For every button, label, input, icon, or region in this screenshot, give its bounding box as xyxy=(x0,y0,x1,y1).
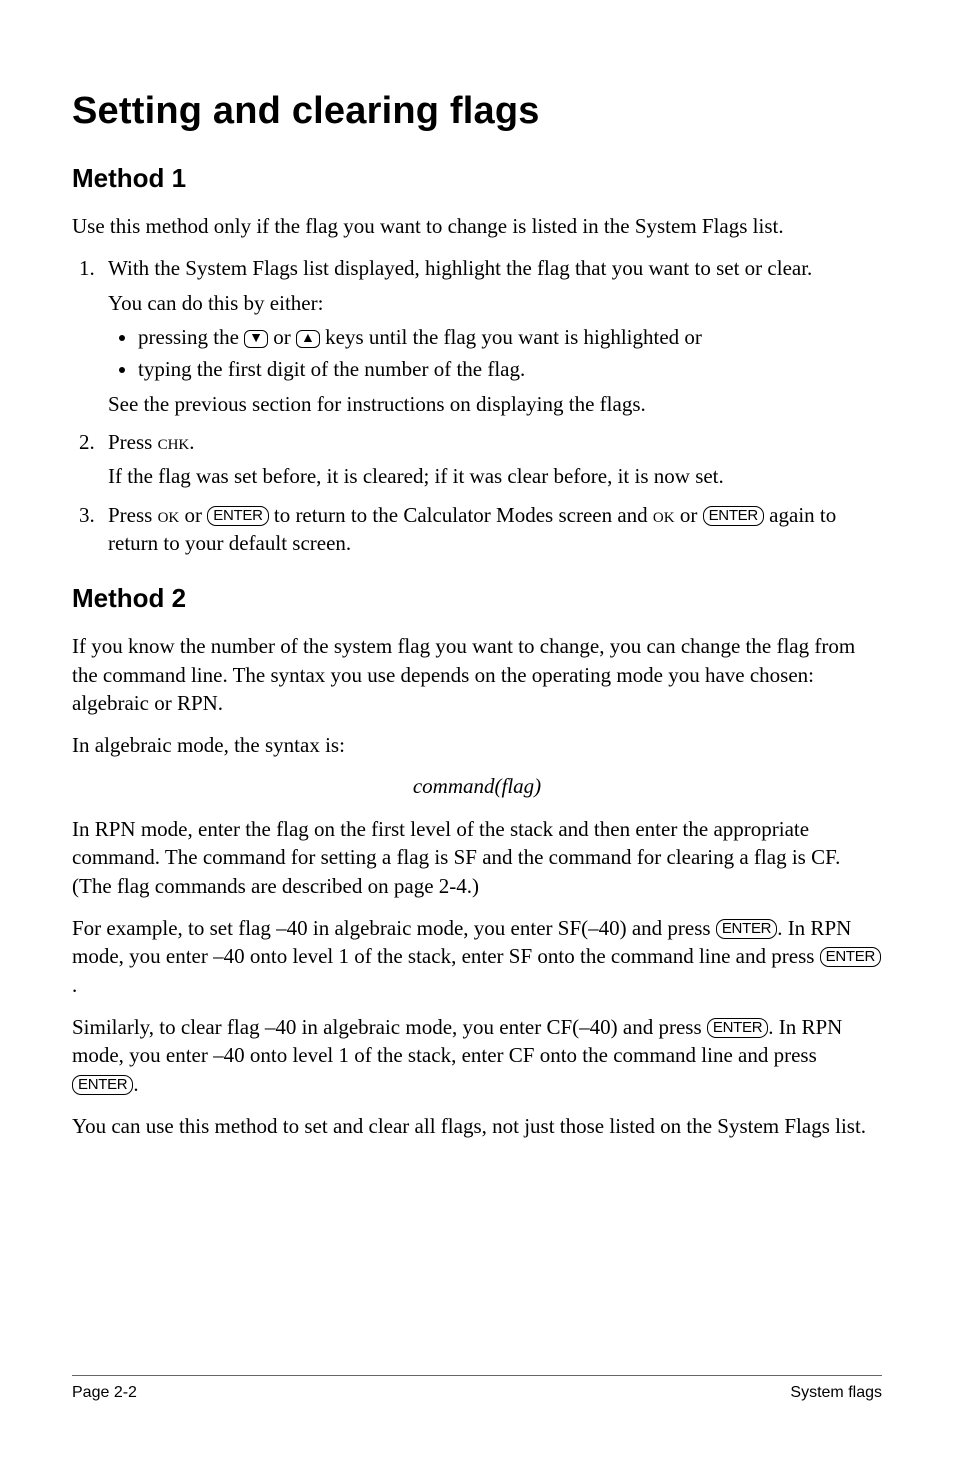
step1-text-a: With the System Flags list displayed, hi… xyxy=(108,256,812,280)
enter-key-icon-4: ENTER xyxy=(820,947,881,967)
step2-post: . xyxy=(189,430,194,454)
step-2: Press chk. If the flag was set before, i… xyxy=(100,428,882,491)
footer-right: System flags xyxy=(790,1384,882,1402)
method2-p2: In algebraic mode, the syntax is: xyxy=(72,731,882,759)
method1-steps: With the System Flags list displayed, hi… xyxy=(72,254,882,557)
enter-key-icon-6: ENTER xyxy=(72,1075,133,1095)
method2-p6: You can use this method to set and clear… xyxy=(72,1112,882,1140)
step-1: With the System Flags list displayed, hi… xyxy=(100,254,882,418)
method2-p5: Similarly, to clear flag –40 in algebrai… xyxy=(72,1013,882,1098)
method1-heading: Method 1 xyxy=(72,163,882,194)
chk-softkey: chk xyxy=(158,430,190,454)
bullet1-pre: pressing the xyxy=(138,325,244,349)
step1-bullets: pressing the ▼ or ▲ keys until the flag … xyxy=(108,323,882,384)
footer-left: Page 2-2 xyxy=(72,1384,137,1402)
step1-text-b: You can do this by either: xyxy=(108,289,882,317)
method1-intro: Use this method only if the flag you wan… xyxy=(72,212,882,240)
bullet1-post: keys until the flag you want is highligh… xyxy=(320,325,702,349)
step-3: Press ok or ENTER to return to the Calcu… xyxy=(100,501,882,558)
step1-text-c: See the previous section for instruction… xyxy=(108,390,882,418)
ok-softkey-1: ok xyxy=(158,503,180,527)
method2-p1: If you know the number of the system fla… xyxy=(72,632,882,717)
enter-key-icon-1: ENTER xyxy=(207,506,268,526)
ok-softkey-2: ok xyxy=(653,503,675,527)
enter-key-icon-3: ENTER xyxy=(716,919,777,939)
method2-p3: In RPN mode, enter the flag on the first… xyxy=(72,815,882,900)
enter-key-icon-2: ENTER xyxy=(703,506,764,526)
down-arrow-key-icon: ▼ xyxy=(244,330,268,348)
step3-mid: to return to the Calculator Modes screen… xyxy=(269,503,653,527)
p4-pre: For example, to set flag –40 in algebrai… xyxy=(72,916,716,940)
step3-pre: Press xyxy=(108,503,158,527)
bullet-press-keys: pressing the ▼ or ▲ keys until the flag … xyxy=(138,323,882,351)
step2-text-b: If the flag was set before, it is cleare… xyxy=(108,462,882,490)
bullet-type-digit: typing the first digit of the number of … xyxy=(138,355,882,383)
bullet1-mid: or xyxy=(268,325,296,349)
page-title: Setting and clearing flags xyxy=(72,90,882,133)
up-arrow-key-icon: ▲ xyxy=(296,330,320,348)
enter-key-icon-5: ENTER xyxy=(707,1018,768,1038)
step3-or2: or xyxy=(675,503,703,527)
method2-p4: For example, to set flag –40 in algebrai… xyxy=(72,914,882,999)
step2-pre: Press xyxy=(108,430,158,454)
p4-post: . xyxy=(72,973,77,997)
step3-or1: or xyxy=(179,503,207,527)
method2-heading: Method 2 xyxy=(72,583,882,614)
page: Setting and clearing flags Method 1 Use … xyxy=(0,0,954,1464)
syntax-line: command(flag) xyxy=(72,774,882,799)
p5-post: . xyxy=(133,1072,138,1096)
p5-pre: Similarly, to clear flag –40 in algebrai… xyxy=(72,1015,707,1039)
page-footer: Page 2-2 System flags xyxy=(72,1375,882,1402)
